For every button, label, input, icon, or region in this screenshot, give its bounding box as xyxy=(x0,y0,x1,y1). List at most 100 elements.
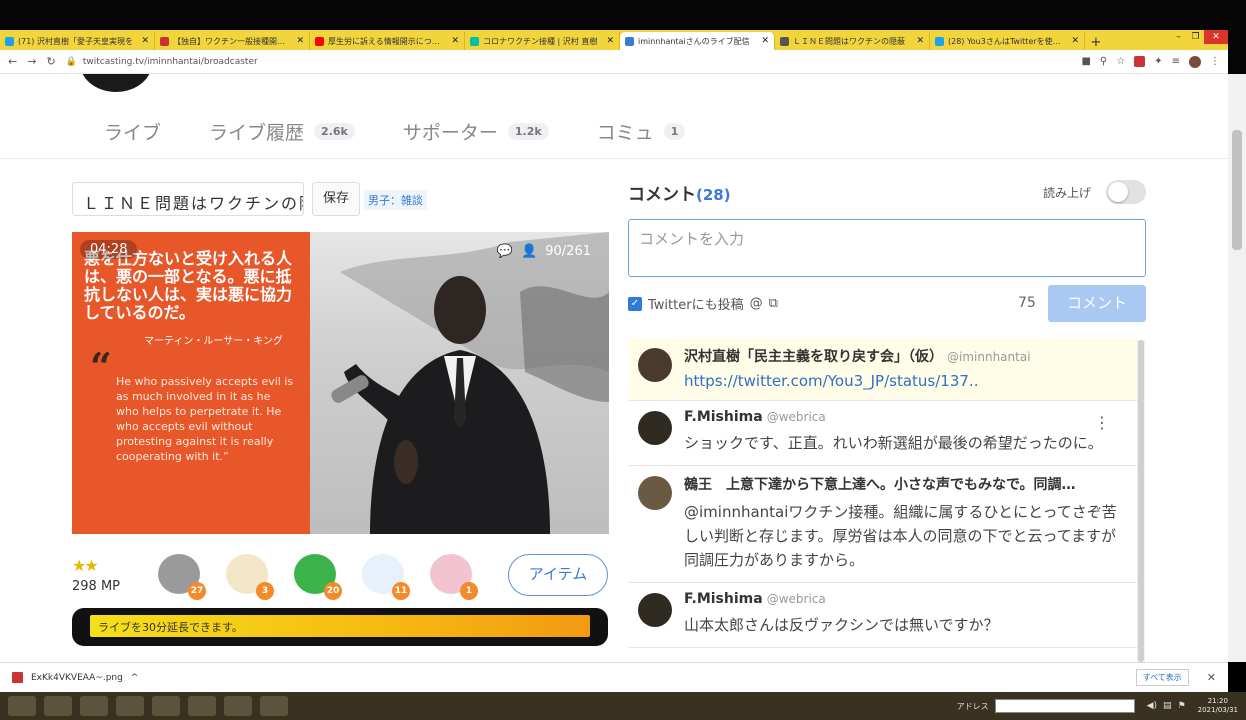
reload-icon[interactable]: ↻ xyxy=(46,55,55,68)
gift-item[interactable]: 3 xyxy=(222,550,274,600)
show-all-downloads-button[interactable]: すべて表示 xyxy=(1135,669,1189,686)
save-button[interactable]: 保存 xyxy=(312,182,360,216)
tab-close-icon[interactable]: ✕ xyxy=(916,36,924,46)
taskbar-app-icon[interactable] xyxy=(44,696,72,716)
commenter-avatar[interactable] xyxy=(638,348,672,382)
commenter-avatar[interactable] xyxy=(638,476,672,510)
back-icon[interactable]: ← xyxy=(8,55,17,68)
commenter-avatar[interactable] xyxy=(638,411,672,445)
comment-item[interactable]: F.Mishima @webrica 山本太郎さんは反ヴァクシンでは無いですか？ xyxy=(628,583,1138,648)
commenter-handle: @webrica xyxy=(766,410,826,424)
chevron-up-icon[interactable]: ^ xyxy=(131,673,139,683)
gift-item[interactable]: 11 xyxy=(358,550,410,600)
taskbar-app-icon[interactable] xyxy=(116,696,144,716)
extension-icon[interactable] xyxy=(1134,56,1146,67)
taskbar-app-icon[interactable] xyxy=(80,696,108,716)
comment-item[interactable]: 鵺王 上意下達から下意上達へ。小さな声でもみなで。同調… @iminnhantai… xyxy=(628,466,1138,583)
tab-title: 厚生労に訴える情報開示について xyxy=(328,36,448,46)
comment-text: ショックです、正直。れいわ新選組が最後の希望だったのに。 xyxy=(684,434,1103,452)
broadcast-title-input[interactable]: ＬＩＮＥ問題はワクチンの隠蔽 xyxy=(72,182,304,216)
url-field[interactable]: 🔒 twitcasting.tv/iminnhantai/broadcaster xyxy=(66,57,1072,67)
live-video[interactable]: 悪を仕方ないと受け入れる人は、悪の一部となる。悪に抵抗しない人は、実は悪に協力し… xyxy=(72,232,609,534)
comment-more-icon[interactable]: ⋮ xyxy=(1094,413,1110,432)
gift-count-badge: 3 xyxy=(256,582,274,600)
speaker-icon[interactable]: ◀) xyxy=(1147,701,1157,711)
reading-list-icon[interactable]: ≡ xyxy=(1172,56,1180,67)
commenter-avatar[interactable] xyxy=(638,593,672,627)
gift-item[interactable]: 20 xyxy=(290,550,342,600)
gift-item[interactable]: 1 xyxy=(426,550,478,600)
restore-icon[interactable]: ❐ xyxy=(1187,30,1204,44)
tab-close-icon[interactable]: ✕ xyxy=(141,36,149,46)
tab-close-icon[interactable]: ✕ xyxy=(451,36,459,46)
commenter-handle: @iminnhantai xyxy=(947,350,1031,364)
profile-tab[interactable]: ライブ xyxy=(104,118,161,145)
speaker-photo xyxy=(310,232,609,534)
page-scroll-thumb[interactable] xyxy=(1232,130,1242,250)
browser-tab[interactable]: (28) You3さんはTwitterを使っています✕ xyxy=(930,32,1085,50)
taskbar-app-icon[interactable] xyxy=(224,696,252,716)
puzzle-icon[interactable]: ✦ xyxy=(1154,56,1162,67)
item-button[interactable]: アイテム xyxy=(508,554,608,596)
browser-menu-icon[interactable]: ⋮ xyxy=(1210,56,1220,67)
gift-item[interactable]: 27 xyxy=(154,550,206,600)
tab-close-icon[interactable]: ✕ xyxy=(296,36,304,46)
copy-icon[interactable]: ⧉ xyxy=(769,296,778,311)
taskbar-app-icon[interactable] xyxy=(152,696,180,716)
tab-close-icon[interactable]: ✕ xyxy=(1071,36,1079,46)
network-icon[interactable]: ▤ xyxy=(1163,701,1172,711)
comment-list-scrollbar[interactable] xyxy=(1137,340,1145,662)
download-filename[interactable]: ExKk4VKVEAA~.png xyxy=(31,673,123,683)
quote-panel: 悪を仕方ないと受け入れる人は、悪の一部となる。悪に抵抗しない人は、実は悪に協力し… xyxy=(72,232,310,534)
taskbar-address-label: アドレス xyxy=(956,701,989,711)
window-close-icon[interactable]: ✕ xyxy=(1204,30,1228,44)
browser-tab[interactable]: 【独自】ワクチン一般接種開始, 4月 ✕ xyxy=(155,32,310,50)
twitter-checkbox[interactable]: ✓ xyxy=(628,296,642,311)
mention-icon[interactable]: @ xyxy=(750,296,763,311)
browser-tab[interactable]: コロナワクチン接種 | 沢村 直樹 ✕ xyxy=(465,32,620,50)
close-downloads-icon[interactable]: ✕ xyxy=(1207,671,1216,684)
live-elapsed-time: 04:28 xyxy=(80,240,138,259)
browser-tab[interactable]: (71) 沢村直樹「愛子天皇実現を ✕ xyxy=(0,32,155,50)
profile-tab[interactable]: サポーター 1.2k xyxy=(403,118,549,145)
profile-avatar[interactable] xyxy=(1189,55,1201,68)
taskbar-address-input[interactable] xyxy=(994,699,1135,713)
browser-tab[interactable]: ＬＩＮＥ問題はワクチンの隠蔽 ✕ xyxy=(775,32,930,50)
comment-input[interactable]: コメントを入力 xyxy=(628,219,1146,277)
commenter-name-text: 鵺王 上意下達から下意上達へ。小さな声でもみなで。同調… xyxy=(684,477,1076,493)
extend-live-bar[interactable]: ライブを30分延長できます。 xyxy=(72,608,608,646)
profile-tab-label: ライブ履歴 xyxy=(209,122,305,144)
read-aloud-toggle[interactable] xyxy=(1106,180,1146,204)
browser-tab[interactable]: iminnhantaiさんのライブ配信 ✕ xyxy=(620,32,775,50)
quote-english: He who passively accepts evil is as much… xyxy=(116,375,294,463)
system-tray: ◀) ▤ ⚑ xyxy=(1147,701,1186,711)
broadcaster-avatar[interactable] xyxy=(80,74,152,92)
tab-close-icon[interactable]: ✕ xyxy=(761,36,769,46)
tab-favicon-icon xyxy=(935,36,944,46)
category-tag[interactable]: 男子：雑談 xyxy=(364,190,427,210)
minimize-icon[interactable]: – xyxy=(1170,30,1187,44)
gift-count-badge: 1 xyxy=(460,582,478,600)
taskbar-clock[interactable]: 21:20 2021/03/31 xyxy=(1198,697,1238,715)
bookmark-star-icon[interactable]: ☆ xyxy=(1116,56,1125,67)
tab-close-icon[interactable]: ✕ xyxy=(606,36,614,46)
profile-tabs: ライブ ライブ履歴 2.6k サポーター 1.2k コミュ 1 xyxy=(104,118,686,145)
forward-icon[interactable]: → xyxy=(27,55,36,68)
profile-tab[interactable]: コミュ 1 xyxy=(597,118,686,145)
commenter-handle: @webrica xyxy=(766,592,826,606)
flag-icon[interactable]: ⚑ xyxy=(1178,701,1186,711)
taskbar-app-icon[interactable] xyxy=(260,696,288,716)
taskbar-app-icon[interactable] xyxy=(188,696,216,716)
taskbar-app-icon[interactable] xyxy=(8,696,36,716)
camera-icon[interactable]: ■ xyxy=(1081,56,1090,67)
comment-scroll-thumb[interactable] xyxy=(1138,340,1144,662)
comment-submit-button[interactable]: コメント xyxy=(1048,285,1146,322)
new-tab-button[interactable]: + xyxy=(1085,35,1107,50)
browser-tab[interactable]: 厚生労に訴える情報開示について ✕ xyxy=(310,32,465,50)
tab-title: 【独自】ワクチン一般接種開始, 4月 xyxy=(173,36,293,46)
comment-link[interactable]: https://twitter.com/You3_JP/status/137.. xyxy=(684,372,1128,390)
comment-item[interactable]: F.Mishima @webrica ショックです、正直。れいわ新選組が最後の希望だ… xyxy=(628,401,1138,466)
profile-tab[interactable]: ライブ履歴 2.6k xyxy=(209,118,355,145)
zoom-icon[interactable]: ⚲ xyxy=(1100,56,1107,67)
comment-item[interactable]: 沢村直樹「民主主義を取り戻す会」（仮） @iminnhantai https://t… xyxy=(628,338,1138,401)
